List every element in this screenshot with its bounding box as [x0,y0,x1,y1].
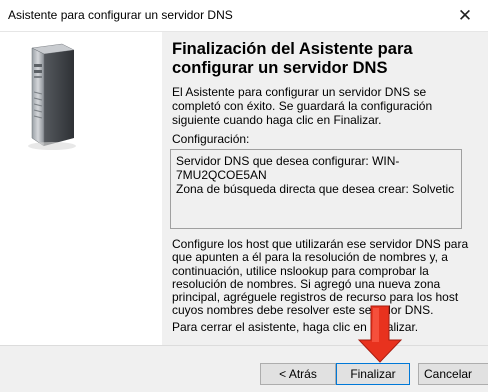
config-line: Servidor DNS que desea configurar: WIN- [176,154,400,168]
close-button[interactable]: ✕ [442,0,488,31]
window-title: Asistente para configurar un servidor DN… [8,8,233,22]
configure-hosts-note: Configure los host que utilizarán ese se… [172,237,469,318]
config-line: 7MU2QCOE5AN [176,168,267,182]
server-icon [12,42,76,155]
button-bar: < Atrás Finalizar Cancelar [0,345,488,392]
main-panel: Finalización del Asistente para configur… [162,32,488,345]
config-line: Zona de búsqueda directa que desea crear… [176,182,455,196]
back-button[interactable]: < Atrás [260,363,336,385]
config-label: Configuración: [172,132,250,146]
config-summary-box[interactable]: Servidor DNS que desea configurar: WIN- … [170,149,462,229]
config-scrollbar[interactable] [453,150,461,228]
finish-hint: Para cerrar el asistente, haga clic en F… [172,320,419,334]
close-icon: ✕ [457,6,473,25]
page-title: Finalización del Asistente para configur… [172,40,413,77]
intro-text: El Asistente para configurar un servidor… [172,85,433,127]
title-bar: Asistente para configurar un servidor DN… [0,0,488,32]
cancel-button[interactable]: Cancelar [418,363,488,385]
left-panel [0,32,162,345]
finish-button[interactable]: Finalizar [336,363,410,385]
